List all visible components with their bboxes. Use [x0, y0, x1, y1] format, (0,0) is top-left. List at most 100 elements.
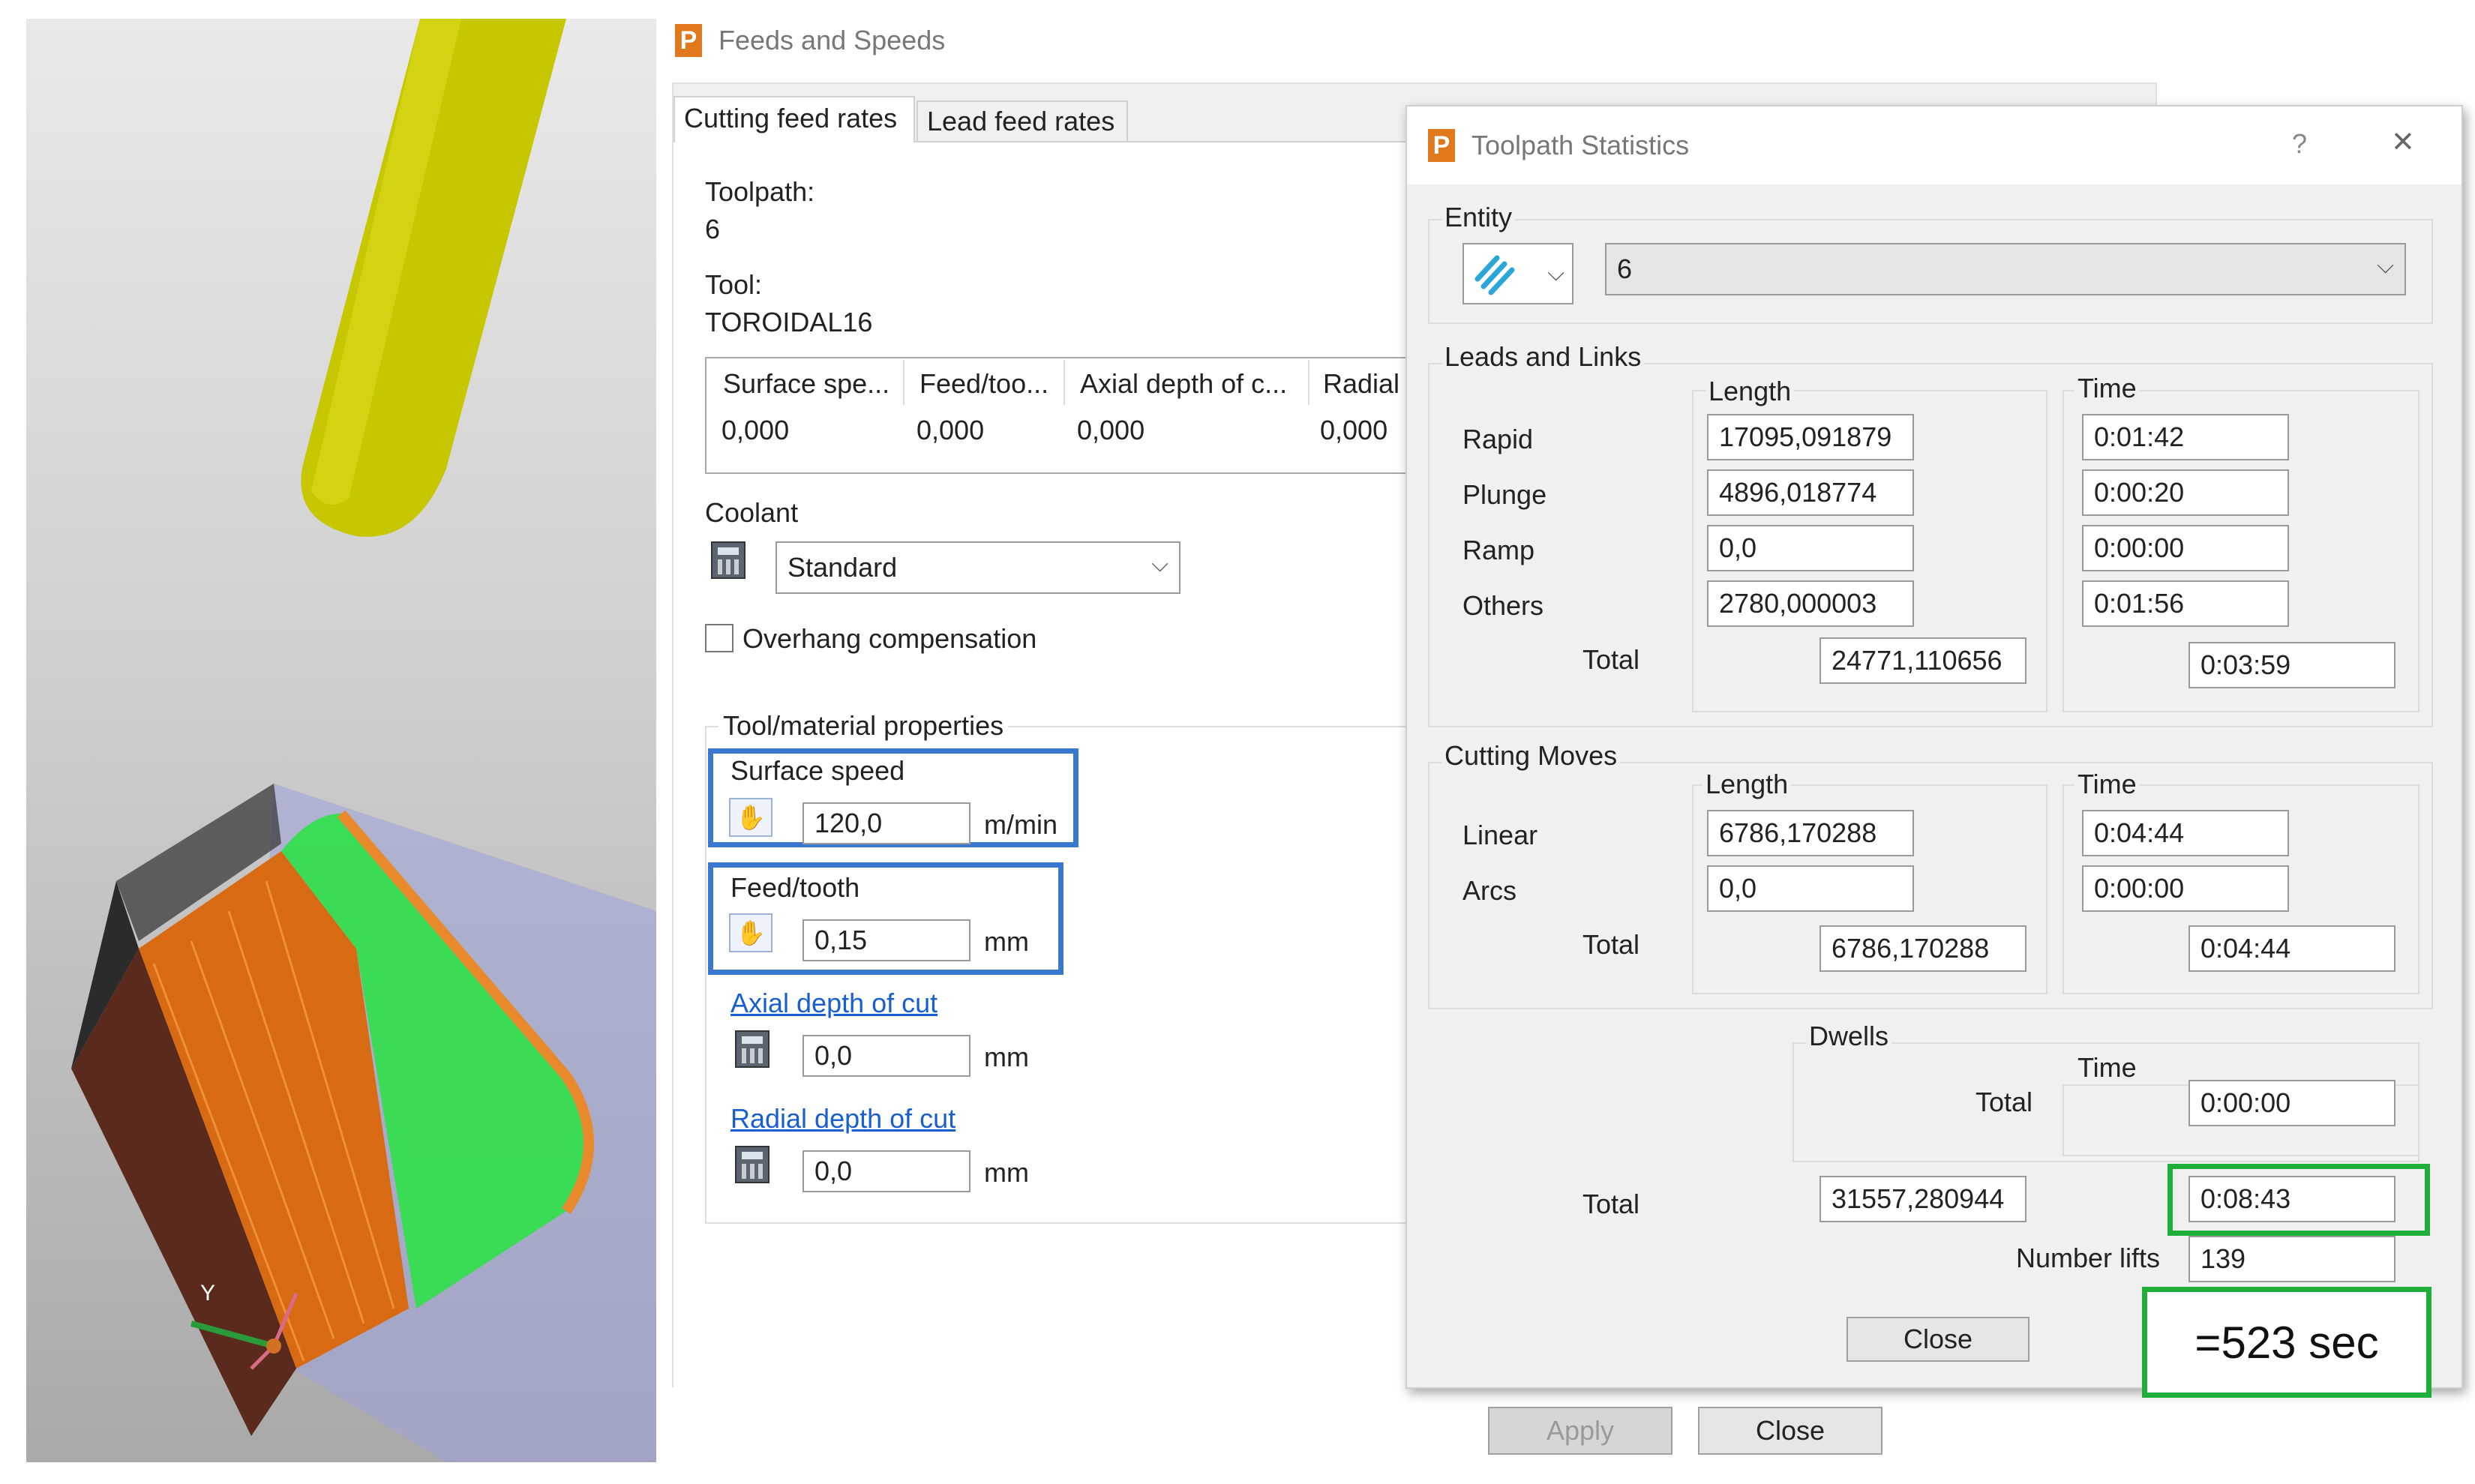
- calculator-icon[interactable]: [735, 1146, 770, 1183]
- table-cell: 0,000: [916, 415, 985, 445]
- others-length-value: 2780,000003: [1719, 588, 1877, 619]
- surface-speed-unit: m/min: [984, 809, 1058, 840]
- rapid-length-value: 17095,091879: [1719, 421, 1892, 452]
- cut-total-time: 0:04:44: [2188, 925, 2396, 972]
- plunge-length: 4896,018774: [1707, 469, 1914, 516]
- coolant-value: Standard: [788, 552, 898, 583]
- stats-title: Toolpath Statistics: [1472, 130, 1690, 160]
- table-cell: 0,000: [722, 415, 790, 445]
- table-header-surface-speed[interactable]: Surface spe...: [723, 369, 890, 399]
- plunge-length-value: 4896,018774: [1719, 477, 1877, 508]
- cut-total-time-value: 0:04:44: [2200, 933, 2291, 964]
- toolpath-icon: [1474, 255, 1515, 295]
- rapid-length: 17095,091879: [1707, 414, 1914, 460]
- grand-total-length-value: 31557,280944: [1832, 1183, 2005, 1214]
- ramp-time: 0:00:00: [2082, 525, 2289, 571]
- grand-total-time-highlight: [2168, 1164, 2430, 1236]
- cut-total-length: 6786,170288: [1820, 925, 2026, 972]
- overhang-checkbox[interactable]: [705, 624, 734, 652]
- stats-title-icon: P: [1428, 129, 1455, 162]
- ramp-length-value: 0,0: [1719, 532, 1757, 563]
- entity-label: Entity: [1442, 202, 1516, 232]
- linear-length: 6786,170288: [1707, 810, 1914, 856]
- others-time: 0:01:56: [2082, 580, 2289, 627]
- cutting-tool: [301, 19, 566, 537]
- stats-close-button[interactable]: Close: [1846, 1317, 2030, 1362]
- coolant-select[interactable]: Standard ⌵: [776, 541, 1180, 594]
- tab-lead-feed-rates[interactable]: Lead feed rates: [916, 100, 1128, 141]
- table-header-axial-depth[interactable]: Axial depth of c...: [1080, 369, 1287, 399]
- chevron-down-icon: ⌵: [1151, 552, 1168, 577]
- linear-time: 0:04:44: [2082, 810, 2289, 856]
- toolpath-value: 6: [705, 214, 721, 244]
- row-label-linear: Linear: [1462, 820, 1538, 850]
- grand-total-label: Total: [1582, 1189, 1640, 1219]
- rapid-time: 0:01:42: [2082, 414, 2289, 460]
- cut-length-header: Length: [1702, 769, 1792, 799]
- axial-depth-value: 0,0: [814, 1040, 853, 1071]
- grand-total-length: 31557,280944: [1820, 1176, 2026, 1222]
- tool-label: Tool:: [705, 269, 763, 300]
- arcs-time: 0:00:00: [2082, 865, 2289, 912]
- others-time-value: 0:01:56: [2094, 588, 2185, 619]
- radial-depth-unit: mm: [984, 1157, 1029, 1188]
- hand-icon[interactable]: ✋: [729, 798, 772, 837]
- axial-depth-link[interactable]: Axial depth of cut: [730, 988, 938, 1018]
- arcs-time-value: 0:00:00: [2094, 873, 2185, 904]
- axis-y-label: Y: [200, 1281, 216, 1306]
- axial-depth-input[interactable]: 0,0: [802, 1035, 970, 1077]
- seconds-annotation-text: =523 sec: [2194, 1317, 2379, 1368]
- others-length: 2780,000003: [1707, 580, 1914, 627]
- linear-length-value: 6786,170288: [1719, 817, 1877, 848]
- tab-cutting-feed-rates[interactable]: Cutting feed rates: [674, 96, 915, 142]
- rapid-time-value: 0:01:42: [2094, 421, 2185, 452]
- radial-depth-link[interactable]: Radial depth of cut: [730, 1104, 956, 1134]
- surface-speed-value: 120,0: [814, 808, 883, 838]
- table-header-feed-tooth[interactable]: Feed/too...: [920, 369, 1048, 399]
- apply-button[interactable]: Apply: [1488, 1407, 1672, 1455]
- surface-speed-label: Surface speed: [730, 755, 905, 786]
- feeds-title: Feeds and Speeds: [718, 25, 946, 55]
- row-label-arcs: Arcs: [1462, 875, 1516, 906]
- table-cell: 0,000: [1077, 415, 1145, 445]
- leads-total-time: 0:03:59: [2188, 642, 2396, 688]
- radial-depth-input[interactable]: 0,0: [802, 1150, 970, 1192]
- row-label-others: Others: [1462, 590, 1544, 621]
- properties-label: Tool/material properties: [718, 711, 1009, 741]
- close-icon[interactable]: ✕: [2391, 127, 2415, 157]
- linear-time-value: 0:04:44: [2094, 817, 2185, 848]
- table-col-divider: [903, 360, 904, 405]
- 3d-viewport[interactable]: Y: [26, 19, 656, 1462]
- viewport-scene: [71, 19, 656, 1462]
- plunge-time-value: 0:00:20: [2094, 477, 2185, 508]
- overhang-label: Overhang compensation: [742, 623, 1037, 654]
- table-header-radial[interactable]: Radial: [1323, 369, 1400, 399]
- axial-depth-unit: mm: [984, 1042, 1029, 1072]
- cut-total-length-value: 6786,170288: [1832, 933, 1990, 964]
- help-button[interactable]: ?: [2292, 129, 2307, 159]
- calculator-icon[interactable]: [711, 541, 746, 579]
- feed-tooth-input[interactable]: 0,15: [802, 919, 970, 961]
- feeds-title-icon: P: [675, 24, 702, 57]
- entity-select[interactable]: 6 ⌵: [1605, 243, 2406, 295]
- feeds-close-button[interactable]: Close: [1698, 1407, 1882, 1455]
- hand-icon[interactable]: ✋: [729, 913, 772, 952]
- dwells-time-header: Time: [2074, 1053, 2140, 1083]
- dwells-total-time-value: 0:00:00: [2200, 1087, 2291, 1118]
- toolpath-label: Toolpath:: [705, 176, 815, 207]
- entity-type-select[interactable]: ⌵: [1462, 243, 1574, 304]
- calculator-icon[interactable]: [735, 1030, 770, 1068]
- coolant-label: Coolant: [705, 497, 799, 528]
- arcs-length-value: 0,0: [1719, 873, 1757, 904]
- leads-total-length-value: 24771,110656: [1832, 645, 2002, 676]
- surface-speed-input[interactable]: 120,0: [802, 802, 970, 844]
- feed-tooth-unit: mm: [984, 926, 1029, 957]
- seconds-annotation: =523 sec: [2142, 1287, 2432, 1398]
- feed-tooth-label: Feed/tooth: [730, 872, 860, 903]
- leads-total-time-value: 0:03:59: [2200, 649, 2291, 680]
- leads-links-label: Leads and Links: [1442, 342, 1645, 372]
- tool-value: TOROIDAL16: [705, 307, 873, 337]
- length-header: Length: [1706, 376, 1795, 406]
- number-lifts-value-field: 139: [2188, 1236, 2396, 1282]
- arcs-length: 0,0: [1707, 865, 1914, 912]
